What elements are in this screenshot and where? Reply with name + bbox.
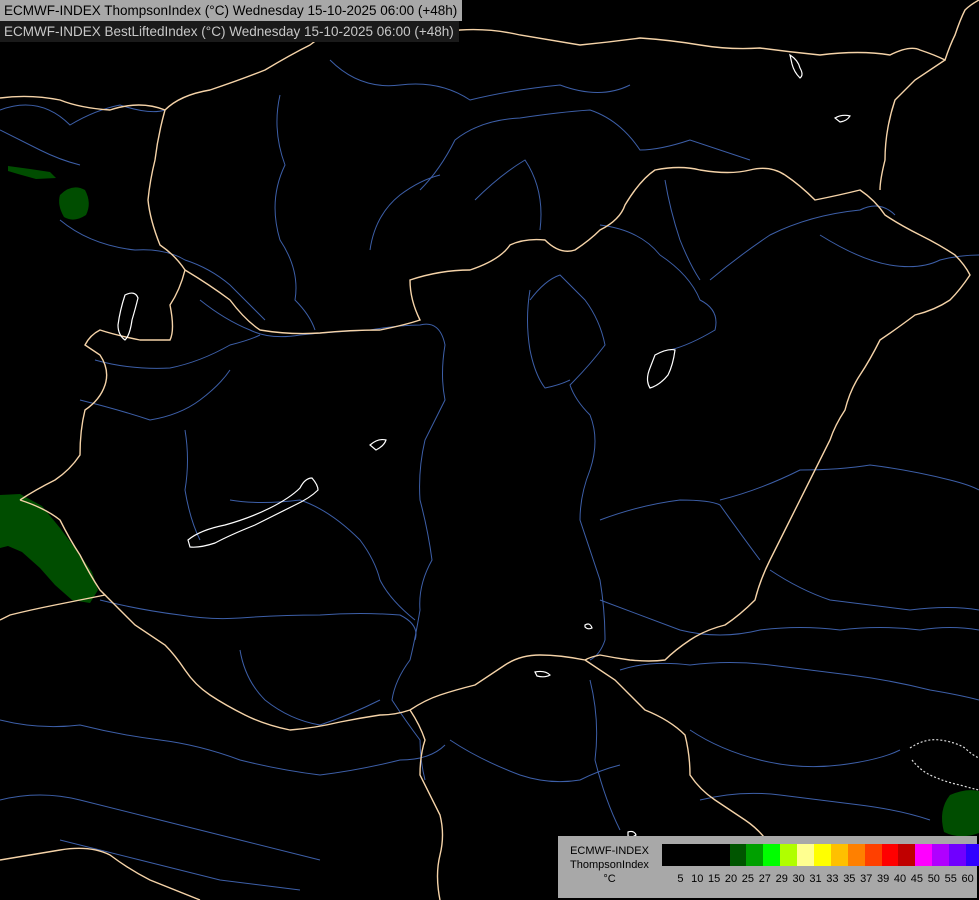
legend-tick-label: 5 bbox=[677, 873, 684, 885]
legend-tick-label: 30 bbox=[792, 873, 805, 885]
legend-swatch bbox=[797, 844, 815, 866]
legend-tick-label: 40 bbox=[893, 873, 907, 885]
legend-tick-label: 27 bbox=[758, 873, 771, 885]
legend-swatch bbox=[966, 844, 979, 866]
color-scale-legend: ECMWF-INDEX ThompsonIndex °C 5 10 15 20 25 27… bbox=[558, 836, 979, 898]
legend-model: ECMWF-INDEX bbox=[570, 845, 649, 857]
legend-tick-label: 50 bbox=[927, 873, 940, 885]
map-background bbox=[0, 0, 979, 900]
fill-area-northwest-blob bbox=[59, 187, 89, 220]
legend-swatch bbox=[847, 844, 865, 866]
legend-tick-label: 39 bbox=[876, 873, 890, 885]
legend-tick-label: 15 bbox=[707, 873, 721, 885]
legend-tick-label: 55 bbox=[944, 873, 957, 885]
legend-swatch bbox=[915, 844, 933, 866]
legend-tick-label: 45 bbox=[910, 873, 924, 885]
legend-tick-label: 29 bbox=[775, 873, 788, 885]
legend-tick-label: 37 bbox=[860, 873, 873, 885]
legend-tick-label: 60 bbox=[961, 873, 974, 885]
legend-swatch bbox=[932, 844, 950, 866]
legend-label: ECMWF-INDEX ThompsonIndex °C bbox=[558, 844, 661, 886]
legend-swatch bbox=[898, 844, 916, 866]
legend-swatch bbox=[864, 844, 882, 866]
legend-swatch bbox=[949, 844, 967, 866]
legend-tick-label: 20 bbox=[724, 873, 738, 885]
map-title-best-lifted-index: ECMWF-INDEX BestLiftedIndex (°C) Wednesd… bbox=[0, 21, 459, 42]
legend-tick-label: 35 bbox=[843, 873, 856, 885]
legend-tick-label: 10 bbox=[691, 873, 704, 885]
weather-map bbox=[0, 0, 979, 900]
legend-swatch bbox=[746, 844, 764, 866]
legend-swatch bbox=[712, 844, 730, 866]
legend-swatch bbox=[814, 844, 831, 866]
legend-swatch bbox=[729, 844, 747, 866]
map-title-thompson-index: ECMWF-INDEX ThompsonIndex (°C) Wednesday… bbox=[0, 0, 463, 21]
legend-swatch bbox=[678, 844, 696, 866]
legend-swatch bbox=[881, 844, 899, 866]
legend-unit: °C bbox=[603, 873, 616, 885]
legend-parameter: ThompsonIndex bbox=[570, 859, 649, 871]
legend-swatch bbox=[830, 844, 848, 866]
legend-tick-label: 31 bbox=[809, 873, 822, 885]
legend-swatch bbox=[662, 844, 679, 866]
legend-swatches bbox=[662, 844, 979, 866]
legend-swatch bbox=[763, 844, 781, 866]
legend-swatch bbox=[695, 844, 713, 866]
legend-swatch bbox=[780, 844, 798, 866]
legend-ticks: 5 10 15 20 25 27 29 30 31 33 35 37 39 40 45 50 55 60 bbox=[662, 872, 974, 888]
legend-tick-label: 25 bbox=[741, 873, 755, 885]
legend-tick-label: 33 bbox=[826, 873, 839, 885]
